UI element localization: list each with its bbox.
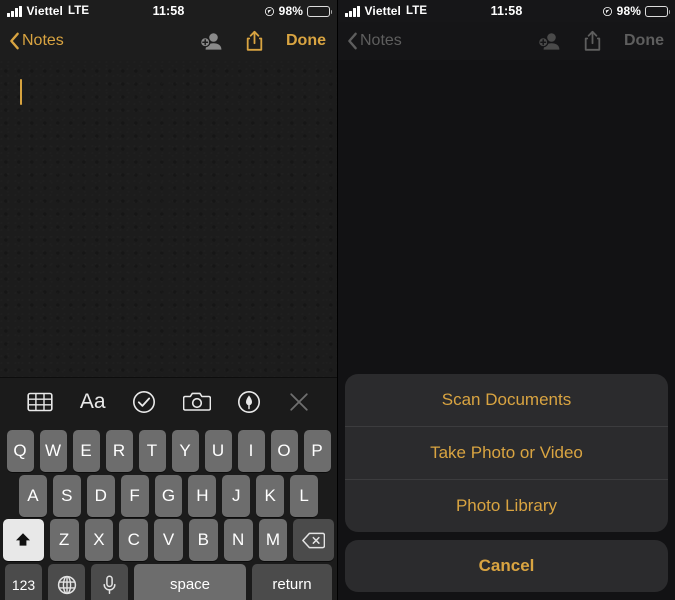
markup-pen-icon[interactable] bbox=[237, 390, 261, 414]
chevron-left-icon bbox=[348, 32, 357, 50]
right-phone-screen: Viettel LTE 11:58 98% Notes Done Scan Do… bbox=[338, 0, 675, 600]
attachment-toolbar: Aa bbox=[0, 377, 337, 425]
key-s[interactable]: S bbox=[52, 474, 81, 517]
key-d[interactable]: D bbox=[86, 474, 115, 517]
signal-bars-icon bbox=[345, 5, 360, 17]
cancel-button[interactable]: Cancel bbox=[345, 540, 668, 592]
key-o[interactable]: O bbox=[270, 430, 298, 472]
share-up-arrow-icon bbox=[583, 30, 602, 52]
key-h[interactable]: H bbox=[188, 474, 217, 517]
space-key[interactable]: space bbox=[134, 563, 246, 600]
done-button[interactable]: Done bbox=[286, 32, 326, 50]
onscreen-keyboard: Q W E R T Y U I O P A S D F G H J K L Z … bbox=[0, 425, 337, 600]
scan-documents-option[interactable]: Scan Documents bbox=[345, 374, 668, 426]
key-q[interactable]: Q bbox=[6, 430, 34, 472]
camera-icon[interactable] bbox=[182, 390, 211, 413]
backspace-delete-icon bbox=[302, 532, 326, 549]
signal-bars-icon bbox=[7, 5, 22, 17]
back-to-notes-button[interactable]: Notes bbox=[347, 32, 402, 50]
add-person-icon bbox=[537, 31, 561, 51]
close-icon[interactable] bbox=[288, 391, 310, 413]
nav-actions: Done bbox=[199, 30, 328, 52]
key-a[interactable]: A bbox=[19, 474, 47, 517]
key-l[interactable]: L bbox=[290, 474, 319, 517]
backspace-key[interactable] bbox=[293, 519, 335, 562]
share-up-arrow-icon[interactable] bbox=[245, 30, 264, 52]
shift-key[interactable] bbox=[3, 519, 44, 562]
checklist-icon[interactable] bbox=[132, 390, 156, 414]
key-m[interactable]: M bbox=[258, 519, 288, 562]
navigation-bar: Notes Done bbox=[0, 22, 337, 60]
text-cursor bbox=[20, 79, 22, 105]
key-u[interactable]: U bbox=[204, 430, 232, 472]
keyboard-row-1: Q W E R T Y U I O P bbox=[3, 430, 334, 472]
note-editor-area[interactable] bbox=[0, 60, 337, 377]
text-format-icon[interactable]: Aa bbox=[80, 390, 106, 414]
key-v[interactable]: V bbox=[154, 519, 183, 562]
table-icon[interactable] bbox=[27, 391, 53, 413]
status-bar-left: Viettel LTE bbox=[7, 4, 89, 18]
key-y[interactable]: Y bbox=[171, 430, 199, 472]
return-key[interactable]: return bbox=[252, 563, 332, 600]
left-phone-screen: Viettel LTE 11:58 98% Notes Done Aa Q W … bbox=[0, 0, 337, 600]
back-label: Notes bbox=[22, 32, 64, 49]
take-photo-or-video-option[interactable]: Take Photo or Video bbox=[345, 426, 668, 479]
network-type-label: LTE bbox=[68, 5, 90, 17]
battery-percent-label: 98% bbox=[278, 4, 303, 18]
keyboard-row-3: Z X C V B N M bbox=[3, 519, 335, 562]
status-bar-right: 98% bbox=[602, 4, 671, 18]
text-format-label: Aa bbox=[79, 389, 106, 413]
globe-key[interactable] bbox=[48, 563, 85, 600]
key-c[interactable]: C bbox=[119, 519, 149, 562]
globe-language-icon bbox=[57, 575, 76, 595]
navigation-bar: Notes Done bbox=[338, 22, 675, 60]
status-bar-left: Viettel LTE bbox=[345, 4, 427, 18]
status-bar: Viettel LTE 11:58 98% bbox=[338, 0, 675, 22]
key-t[interactable]: T bbox=[138, 430, 166, 472]
key-e[interactable]: E bbox=[72, 430, 100, 472]
key-i[interactable]: I bbox=[237, 430, 265, 472]
done-button: Done bbox=[624, 32, 664, 49]
key-f[interactable]: F bbox=[120, 474, 149, 517]
battery-icon bbox=[645, 5, 671, 17]
nav-actions: Done bbox=[537, 30, 666, 52]
microphone-icon bbox=[103, 575, 116, 595]
location-arrow-icon bbox=[264, 6, 274, 16]
key-j[interactable]: J bbox=[222, 474, 251, 517]
status-bar-right: 98% bbox=[264, 4, 333, 18]
action-sheet-options: Scan Documents Take Photo or Video Photo… bbox=[345, 374, 668, 532]
key-n[interactable]: N bbox=[223, 519, 253, 562]
back-label: Notes bbox=[360, 32, 402, 49]
key-k[interactable]: K bbox=[256, 474, 285, 517]
action-sheet: Scan Documents Take Photo or Video Photo… bbox=[338, 374, 675, 592]
key-p[interactable]: P bbox=[303, 430, 331, 472]
key-x[interactable]: X bbox=[84, 519, 114, 562]
add-person-icon[interactable] bbox=[199, 31, 223, 51]
carrier-label: Viettel bbox=[26, 4, 63, 18]
carrier-label: Viettel bbox=[364, 4, 401, 18]
status-bar: Viettel LTE 11:58 98% bbox=[0, 0, 337, 22]
keyboard-row-4: 123 space return bbox=[3, 563, 334, 600]
battery-percent-label: 98% bbox=[616, 4, 641, 18]
battery-icon bbox=[307, 5, 333, 17]
shift-arrow-up-icon bbox=[16, 533, 31, 546]
photo-library-option[interactable]: Photo Library bbox=[345, 479, 668, 532]
key-g[interactable]: G bbox=[154, 474, 183, 517]
keyboard-row-2: A S D F G H J K L bbox=[3, 474, 334, 517]
back-to-notes-button[interactable]: Notes bbox=[9, 32, 64, 50]
key-z[interactable]: Z bbox=[49, 519, 79, 562]
network-type-label: LTE bbox=[406, 5, 428, 17]
dual-screenshot-container: Viettel LTE 11:58 98% Notes Done Aa Q W … bbox=[0, 0, 675, 600]
key-w[interactable]: W bbox=[39, 430, 67, 472]
numbers-key[interactable]: 123 bbox=[5, 563, 42, 600]
dictation-key[interactable] bbox=[91, 563, 128, 600]
chevron-left-icon bbox=[10, 32, 19, 50]
key-b[interactable]: B bbox=[188, 519, 218, 562]
key-r[interactable]: R bbox=[105, 430, 133, 472]
location-arrow-icon bbox=[602, 6, 612, 16]
